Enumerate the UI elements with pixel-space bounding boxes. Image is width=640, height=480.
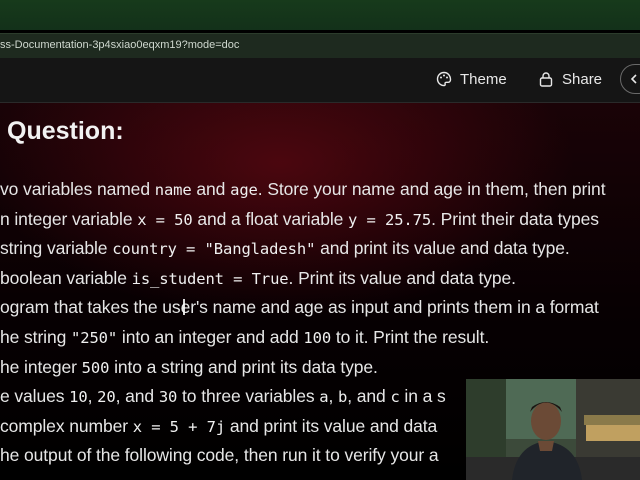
line-text: . Store your name and age in them, then … — [257, 179, 606, 199]
inline-code: x = 5 + 7j — [132, 417, 226, 436]
line-text: to it. Print the result. — [331, 327, 490, 347]
question-line: ogram that takes the user's name and age… — [0, 297, 599, 318]
inline-code: x = 50 — [137, 210, 193, 229]
line-text: . Print its value and data type. — [288, 267, 516, 288]
line-text: and — [191, 179, 231, 199]
theme-button[interactable]: Theme — [436, 68, 507, 90]
inline-code: name — [154, 181, 192, 199]
line-text: e values — [0, 386, 70, 407]
question-line: he integer 500 into a string and print i… — [0, 357, 378, 378]
line-text: vo variables named — [0, 179, 155, 199]
line-text: n integer variable — [0, 208, 138, 229]
browser-tab-strip — [0, 0, 640, 30]
question-line: vo variables named name and age. Store y… — [0, 179, 606, 200]
question-line: he string "250" into an integer and add … — [0, 327, 489, 348]
line-text: into a string and print its data type. — [109, 356, 378, 377]
inline-code: 500 — [81, 358, 110, 377]
inline-code: "250" — [70, 329, 118, 347]
inline-code: 10 — [69, 388, 88, 407]
line-text: , — [328, 386, 339, 407]
line-text: he output of the following code, then ru… — [0, 445, 439, 466]
text-cursor — [183, 299, 185, 315]
inline-code: c — [390, 388, 400, 407]
webcam-person-image — [466, 379, 640, 480]
share-label: Share — [562, 70, 603, 88]
app-header: Theme Share — [0, 58, 640, 103]
line-text: string variable — [0, 238, 113, 259]
line-text: and print its value and data — [225, 415, 438, 436]
line-text: boolean variable — [0, 267, 132, 288]
palette-icon — [436, 71, 452, 87]
inline-code: 20 — [97, 388, 116, 407]
inline-code: is_student = True — [131, 269, 289, 288]
line-text: he string — [0, 327, 71, 347]
question-title: Question: — [7, 117, 124, 145]
line-text: he integer — [0, 356, 82, 377]
line-text: . Print their data types — [431, 208, 599, 229]
lock-icon — [539, 72, 553, 87]
question-line: he output of the following code, then ru… — [0, 445, 439, 466]
webcam-overlay — [466, 379, 640, 480]
line-text: to three variables — [177, 386, 320, 407]
arrow-icon — [630, 74, 637, 84]
line-text: into an integer and add — [117, 327, 304, 347]
inline-code: 100 — [303, 329, 332, 347]
question-line: string variable country = "Bangladesh" a… — [0, 238, 570, 259]
question-line: n integer variable x = 50 and a float va… — [0, 209, 599, 230]
question-heading: Question: — [7, 117, 124, 146]
line-text: , — [87, 386, 98, 407]
line-text: and a float variable — [192, 208, 349, 229]
line-text: in a s — [399, 386, 446, 407]
url-text[interactable]: ss-Documentation-3p4sxiao0eqxm19?mode=do… — [0, 39, 239, 51]
inline-code: country = "Bangladesh" — [112, 240, 316, 259]
question-line: complex number x = 5 + 7j and print its … — [0, 416, 437, 437]
inline-code: b — [338, 388, 348, 407]
line-text: ogram that takes the user's name and age… — [0, 297, 599, 318]
line-text: complex number — [0, 415, 133, 436]
line-text: and print its value and data type. — [315, 238, 570, 259]
inline-code: age — [230, 181, 258, 199]
line-text: , and — [347, 386, 391, 407]
question-line: e values 10, 20, and 30 to three variabl… — [0, 386, 446, 407]
question-line: boolean variable is_student = True. Prin… — [0, 268, 516, 289]
share-button[interactable]: Share — [538, 68, 602, 90]
address-bar[interactable]: ss-Documentation-3p4sxiao0eqxm19?mode=do… — [0, 33, 640, 59]
inline-code: 30 — [158, 388, 178, 407]
inline-code: y = 25.75 — [348, 210, 432, 229]
line-text: , and — [115, 386, 159, 407]
theme-label: Theme — [460, 70, 507, 88]
